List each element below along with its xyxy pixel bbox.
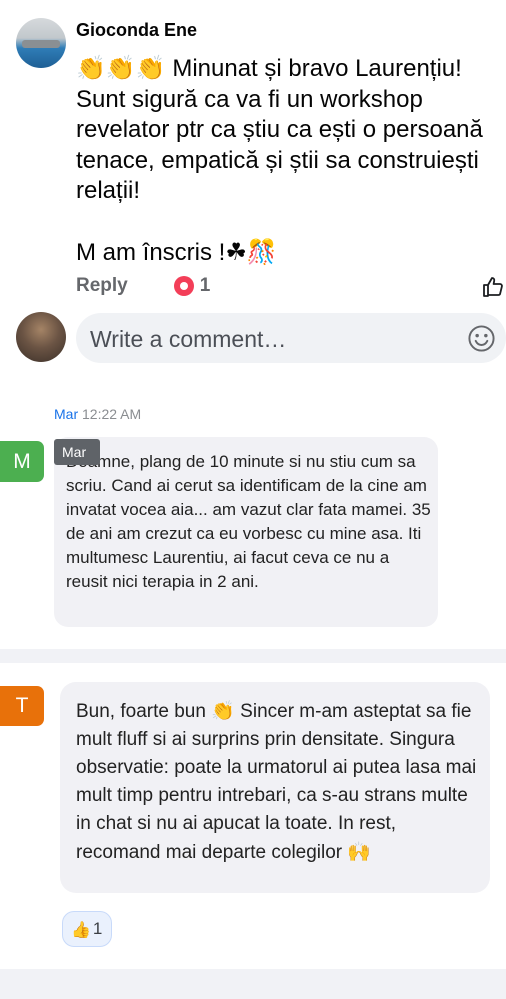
write-comment-placeholder: Write a comment…	[90, 326, 287, 352]
timestamp-day: Mar	[54, 406, 79, 422]
write-comment-input[interactable]: Write a comment…	[76, 313, 506, 363]
message-text-rest: Sincer m-am asteptat sa fie mult fluff s…	[76, 701, 477, 863]
sender-tooltip: Mar	[54, 439, 100, 465]
clap-emoji: 👏	[211, 700, 235, 722]
commenter-name[interactable]: Gioconda Ene	[76, 20, 197, 41]
heart-reaction-icon	[173, 276, 194, 296]
avatar-t[interactable]: T	[0, 686, 44, 726]
emoji-picker-icon[interactable]	[467, 324, 496, 353]
message-bubble-t[interactable]: Bun, foarte bun 👏 Sincer m-am asteptat s…	[60, 682, 490, 893]
current-user-avatar[interactable]	[16, 312, 66, 362]
message-text-start: Bun, foarte bun	[76, 701, 212, 722]
facebook-comment-section: Gioconda Ene 👏👏👏 Minunat și bravo Lauren…	[0, 0, 506, 372]
thumbs-up-reaction[interactable]: 👍 1	[62, 911, 112, 947]
like-icon[interactable]	[481, 275, 505, 299]
clover-confetti-emoji: ☘🎊	[225, 237, 277, 266]
clapping-hands-emoji: 👏👏👏	[76, 54, 166, 82]
message-timestamp: Mar 12:22 AM	[54, 406, 141, 422]
thumbs-up-icon: 👍	[71, 919, 91, 939]
commenter-avatar[interactable]	[16, 18, 66, 68]
comment-text-rest: Sunt sigură ca va fi un workshop revelat…	[76, 85, 490, 205]
reply-button[interactable]: Reply	[76, 275, 128, 297]
reaction-summary[interactable]: 1	[173, 275, 211, 297]
avatar-m[interactable]: M	[0, 441, 44, 482]
message-bubble-m[interactable]: Doamne, plang de 10 minute si nu stiu cu…	[54, 437, 438, 627]
raised-hands-emoji: 🙌	[347, 841, 372, 863]
thumbs-up-count: 1	[92, 919, 103, 938]
message-text-t: Bun, foarte bun 👏 Sincer m-am asteptat s…	[76, 697, 481, 867]
chat-message-group-m: Mar 12:22 AM M Doamne, plang de 10 minut…	[0, 372, 506, 649]
message-text-m: Doamne, plang de 10 minute si nu stiu cu…	[66, 452, 431, 591]
comment-actions: Reply 1	[76, 273, 210, 299]
comment-text-line1: Minunat și bravo Laurențiu!	[165, 55, 462, 82]
chat-message-group-t: T Bun, foarte bun 👏 Sincer m-am asteptat…	[0, 663, 506, 969]
timestamp-time: 12:22 AM	[82, 406, 142, 422]
reaction-count: 1	[199, 275, 211, 296]
comment-body: 👏👏👏 Minunat și bravo Laurențiu! Sunt sig…	[76, 53, 496, 268]
signup-text: M am înscris !	[76, 238, 226, 266]
